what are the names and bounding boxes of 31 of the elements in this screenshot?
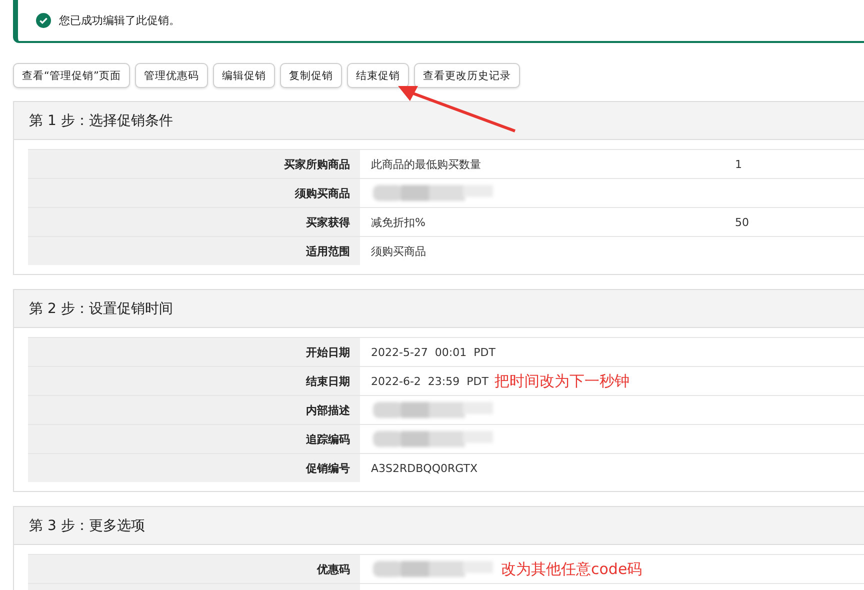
success-message: 您已成功编辑了此促销。	[59, 13, 180, 28]
field-label: 开始日期	[306, 344, 350, 360]
check-circle-icon	[36, 13, 51, 28]
field-label: 优惠码	[317, 562, 350, 576]
field-value: A3S2RDBQQ0RGTX	[371, 462, 478, 474]
action-button[interactable]: 管理优惠码	[134, 63, 208, 88]
field-value: 2022-6-2 23:59 PDT	[371, 374, 488, 388]
action-button[interactable]: 查看“管理促销”页面	[13, 63, 130, 88]
field-value: 须购买商品	[371, 244, 426, 258]
annotation-note: 把时间改为下一秒钟	[494, 372, 630, 390]
action-button[interactable]: 查看更改历史记录	[414, 63, 520, 88]
field-value: 减免折扣%	[371, 214, 426, 230]
step-title: 第 2 步：设置促销时间	[29, 300, 173, 318]
field-label: 追踪编码	[306, 432, 350, 446]
field-label: 买家所购商品	[284, 156, 350, 172]
field-amount: 50	[735, 216, 750, 228]
field-value: 此商品的最低购买数量	[371, 156, 481, 172]
step-title: 第 1 步：选择促销条件	[29, 112, 173, 130]
field-amount: 1	[735, 158, 743, 170]
annotation-note: 改为其他任意code码	[501, 560, 642, 578]
action-button[interactable]: 复制促销	[280, 63, 342, 88]
field-value: 2022-5-27 00:01 PDT	[371, 346, 496, 358]
action-button[interactable]: 结束促销	[346, 63, 409, 88]
field-label: 适用范围	[306, 244, 350, 258]
field-label: 促销编号	[306, 460, 350, 476]
action-button[interactable]: 编辑促销	[212, 63, 275, 88]
field-label: 买家获得	[306, 214, 350, 230]
step-title: 第 3 步：更多选项	[29, 516, 145, 534]
field-label: 结束日期	[306, 374, 350, 388]
field-label: 须购买商品	[295, 186, 350, 200]
field-label: 内部描述	[306, 402, 350, 418]
